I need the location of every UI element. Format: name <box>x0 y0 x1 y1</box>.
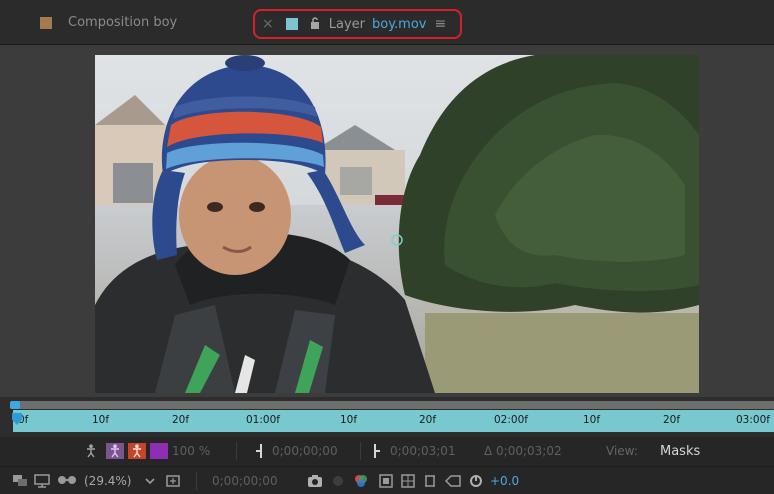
layer-color-swatch <box>285 18 298 30</box>
viewer-tab-bar: Composition boy × Layer boy.mov ≡ <box>0 0 774 45</box>
mask-visibility-icon[interactable] <box>444 473 462 489</box>
out-point-timecode[interactable]: 0;00;03;01 <box>390 442 456 460</box>
exposure-value[interactable]: +0.0 <box>490 472 519 490</box>
transparency-grid-icon[interactable] <box>400 473 416 489</box>
zoom-dropdown[interactable]: (29.4%) <box>84 472 131 490</box>
divider <box>196 472 197 490</box>
tick-label: 10f <box>92 414 110 426</box>
current-timecode[interactable]: 0;00;00;00 <box>212 472 278 490</box>
close-icon[interactable]: × <box>262 16 274 32</box>
camera-snapshot-icon[interactable] <box>306 473 324 489</box>
view-label: View: <box>606 444 638 458</box>
grid-guides-icon[interactable] <box>422 473 438 489</box>
tick-label: 20f <box>419 414 437 426</box>
duration-timecode: Δ 0;00;03;02 <box>484 444 562 458</box>
tick-label: 03:00f <box>736 414 770 426</box>
reset-exposure-icon[interactable] <box>468 473 484 489</box>
region-of-interest-icon[interactable] <box>378 473 394 489</box>
work-area-bar[interactable] <box>13 410 774 432</box>
layer-viewer <box>0 45 774 397</box>
tick-label: 20f <box>663 414 681 426</box>
tick-label: 01:00f <box>246 414 280 426</box>
footage-frame[interactable] <box>95 55 699 393</box>
lock-icon[interactable] <box>310 16 320 32</box>
time-navigator-bar[interactable] <box>13 401 774 409</box>
divider <box>360 442 361 460</box>
channel-icon[interactable] <box>352 473 370 489</box>
footage-image <box>95 55 699 393</box>
layer-controls-bar: 100 % 0;00;00;00 0;00;03;01 Δ 0;00;03;02… <box>0 437 774 466</box>
playhead-handle[interactable] <box>10 401 20 409</box>
view-dropdown[interactable]: Masks <box>660 442 700 460</box>
show-snapshot-icon[interactable] <box>330 473 346 489</box>
tick-label: 20f <box>172 414 190 426</box>
set-in-point-icon[interactable] <box>254 443 264 459</box>
composition-color-swatch <box>40 16 52 29</box>
time-ruler[interactable]: 0f 10f 20f 01:00f 10f 20f 02:00f 10f 20f… <box>0 397 774 437</box>
layer-file-name: boy.mov <box>371 16 427 32</box>
opacity-value[interactable]: 100 % <box>172 442 210 460</box>
figure-icon-purple[interactable] <box>106 443 124 459</box>
tab-composition[interactable]: Composition boy <box>40 0 177 45</box>
set-out-point-icon[interactable] <box>372 443 382 459</box>
divider <box>236 442 237 460</box>
tab-layer[interactable]: × Layer boy.mov ≡ <box>253 9 462 39</box>
tab-composition-label: Composition boy <box>68 15 178 30</box>
always-preview-icon[interactable] <box>12 473 28 489</box>
panel-menu-icon[interactable]: ≡ <box>434 16 446 32</box>
fit-frame-icon[interactable] <box>164 473 182 489</box>
chevron-down-icon[interactable] <box>144 473 156 489</box>
3d-glasses-icon[interactable] <box>56 473 78 489</box>
tick-label: 10f <box>583 414 601 426</box>
tab-layer-label: Layer <box>328 16 365 32</box>
in-point-timecode[interactable]: 0;00;00;00 <box>272 442 338 460</box>
tick-label: 10f <box>340 414 358 426</box>
monitor-icon[interactable] <box>34 473 50 489</box>
figure-icon-red[interactable] <box>128 443 146 459</box>
tick-label: 02:00f <box>494 414 528 426</box>
color-swatch-purple[interactable] <box>150 443 168 459</box>
viewer-status-bar: (29.4%) 0;00;00;00 +0.0 <box>0 466 774 494</box>
puppet-figure-icon[interactable] <box>84 443 98 459</box>
